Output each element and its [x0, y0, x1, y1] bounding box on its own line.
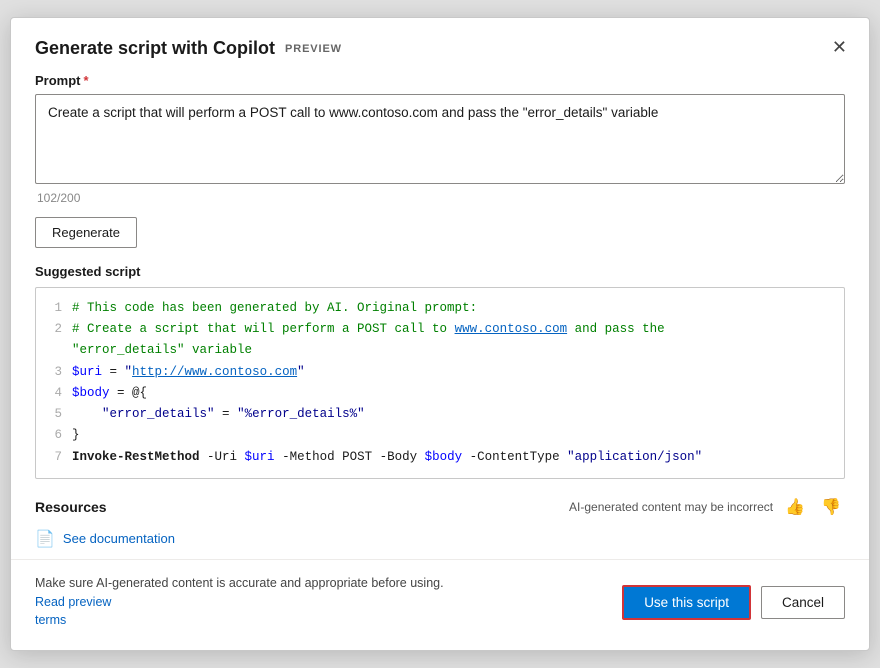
- ai-note: AI-generated content may be incorrect 👍 …: [569, 495, 845, 519]
- thumbs-up-button[interactable]: 👍: [781, 495, 809, 519]
- resource-link-row: 📄 See documentation: [35, 529, 845, 549]
- contoso-link-3[interactable]: http://www.contoso.com: [132, 365, 297, 379]
- dialog-footer: Make sure AI-generated content is accura…: [11, 559, 869, 650]
- resources-section: Resources AI-generated content may be in…: [35, 479, 845, 549]
- code-line-3: 3 $uri = "http://www.contoso.com": [48, 362, 832, 383]
- code-line-2: 2 # Create a script that will perform a …: [48, 319, 832, 340]
- code-line-4: 4 $body = @{: [48, 383, 832, 404]
- dialog-header: Generate script with Copilot PREVIEW ✕: [11, 18, 869, 73]
- char-count: 102/200: [35, 187, 845, 205]
- terms-link[interactable]: terms: [35, 613, 66, 627]
- required-indicator: *: [84, 73, 89, 88]
- see-documentation-link[interactable]: See documentation: [63, 531, 175, 546]
- preview-badge: PREVIEW: [285, 43, 342, 55]
- thumbs-down-button[interactable]: 👎: [817, 495, 845, 519]
- code-line-6: 6 }: [48, 425, 832, 446]
- code-line-1: 1 # This code has been generated by AI. …: [48, 298, 832, 319]
- suggested-script-label: Suggested script: [35, 264, 845, 279]
- code-line-7: 7 Invoke-RestMethod -Uri $uri -Method PO…: [48, 447, 832, 468]
- prompt-textarea[interactable]: Create a script that will perform a POST…: [35, 94, 845, 184]
- document-icon: 📄: [35, 529, 55, 549]
- close-button[interactable]: ✕: [828, 34, 851, 60]
- generate-script-dialog: Generate script with Copilot PREVIEW ✕ P…: [10, 17, 870, 651]
- read-preview-link[interactable]: Read preview: [35, 595, 111, 609]
- footer-note: Make sure AI-generated content is accura…: [35, 574, 475, 630]
- regenerate-button[interactable]: Regenerate: [35, 217, 137, 248]
- resources-header: Resources AI-generated content may be in…: [35, 495, 845, 519]
- code-line-5: 5 "error_details" = "%error_details%": [48, 404, 832, 425]
- contoso-link-2[interactable]: www.contoso.com: [455, 322, 568, 336]
- use-this-script-button[interactable]: Use this script: [622, 585, 751, 620]
- cancel-button[interactable]: Cancel: [761, 586, 845, 619]
- resources-title: Resources: [35, 499, 107, 515]
- prompt-section: Prompt * Create a script that will perfo…: [35, 73, 845, 205]
- code-box: 1 # This code has been generated by AI. …: [35, 287, 845, 479]
- prompt-label: Prompt *: [35, 73, 845, 88]
- code-line-2b: "error_details" variable: [48, 340, 832, 361]
- dialog-body: Prompt * Create a script that will perfo…: [11, 73, 869, 549]
- dialog-title: Generate script with Copilot: [35, 38, 275, 59]
- footer-actions: Use this script Cancel: [622, 585, 845, 620]
